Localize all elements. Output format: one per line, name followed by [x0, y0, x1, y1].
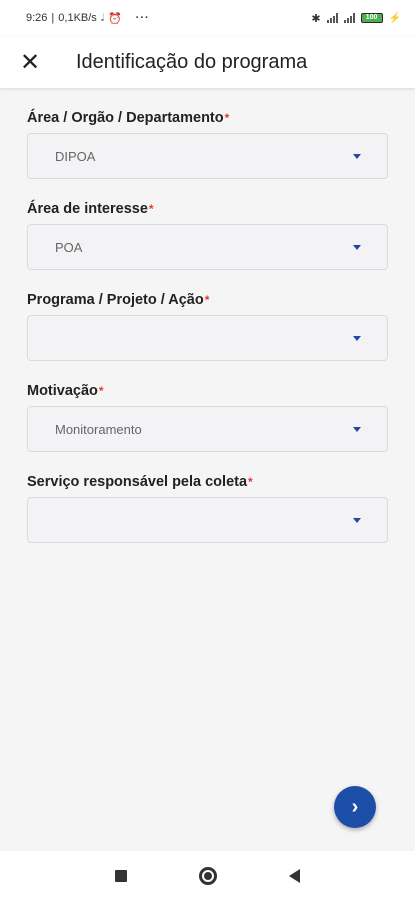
- close-icon: ✕: [19, 48, 41, 76]
- servico-select[interactable]: [27, 497, 388, 543]
- required-marker: *: [204, 293, 210, 307]
- field-label: Área / Orgão / Departamento: [27, 110, 224, 126]
- program-form: Área / Orgão / Departamento* DIPOA Área …: [27, 108, 389, 563]
- select-value: DIPOA: [55, 148, 96, 164]
- dropdown-arrow-icon: [353, 335, 361, 341]
- field-servico: Serviço responsável pela coleta*: [27, 472, 389, 543]
- status-left: 9:26 | 0,1KB/s 𝅗𝅥 ⏰ ···: [26, 12, 150, 25]
- bluetooth-icon: ✱: [311, 12, 321, 25]
- required-marker: *: [224, 111, 230, 125]
- required-marker: *: [98, 384, 104, 398]
- field-area-orgao: Área / Orgão / Departamento* DIPOA: [27, 108, 389, 179]
- signal-icon-2: [343, 13, 355, 23]
- dropdown-arrow-icon: [353, 426, 361, 432]
- field-programa: Programa / Projeto / Ação*: [27, 290, 389, 361]
- charging-icon: ⚡: [388, 12, 401, 24]
- motivacao-select[interactable]: Monitoramento: [27, 406, 388, 452]
- next-button[interactable]: ›: [334, 786, 376, 828]
- network-speed: 0,1KB/s: [58, 12, 97, 24]
- field-label: Área de interesse: [27, 201, 148, 217]
- chevron-right-icon: ›: [351, 795, 359, 818]
- mute-icon: 𝅗𝅥: [100, 12, 104, 24]
- field-label: Serviço responsável pela coleta: [27, 474, 248, 490]
- more-notifications-icon: ···: [135, 12, 150, 24]
- status-time: 9:26: [26, 12, 48, 24]
- close-button[interactable]: ✕: [0, 36, 60, 88]
- required-marker: *: [148, 202, 154, 216]
- area-orgao-select[interactable]: DIPOA: [27, 133, 388, 179]
- battery-icon: 100: [360, 13, 383, 23]
- app-bar: ✕ Identificação do programa: [0, 36, 415, 88]
- programa-select[interactable]: [27, 315, 388, 361]
- area-interesse-select[interactable]: POA: [27, 224, 388, 270]
- select-value: POA: [55, 239, 83, 255]
- status-right: ✱ 100 ⚡: [311, 12, 401, 25]
- field-label: Programa / Projeto / Ação: [27, 292, 204, 308]
- system-nav-bar: [0, 851, 415, 900]
- field-motivacao: Motivação* Monitoramento: [27, 381, 389, 452]
- alarm-icon: ⏰: [107, 12, 122, 25]
- status-bar: 9:26 | 0,1KB/s 𝅗𝅥 ⏰ ··· ✱ 100 ⚡: [0, 0, 415, 36]
- dropdown-arrow-icon: [353, 244, 361, 250]
- required-marker: *: [248, 475, 253, 489]
- field-label: Motivação: [27, 383, 98, 399]
- page-title: Identificação do programa: [76, 50, 308, 73]
- home-icon[interactable]: [199, 866, 217, 885]
- select-value: Monitoramento: [55, 421, 142, 437]
- field-area-interesse: Área de interesse* POA: [27, 199, 389, 270]
- recents-icon[interactable]: [115, 869, 127, 882]
- signal-icon-1: [326, 13, 338, 23]
- dropdown-arrow-icon: [353, 153, 361, 159]
- dropdown-arrow-icon: [353, 517, 361, 523]
- back-icon[interactable]: [289, 868, 300, 883]
